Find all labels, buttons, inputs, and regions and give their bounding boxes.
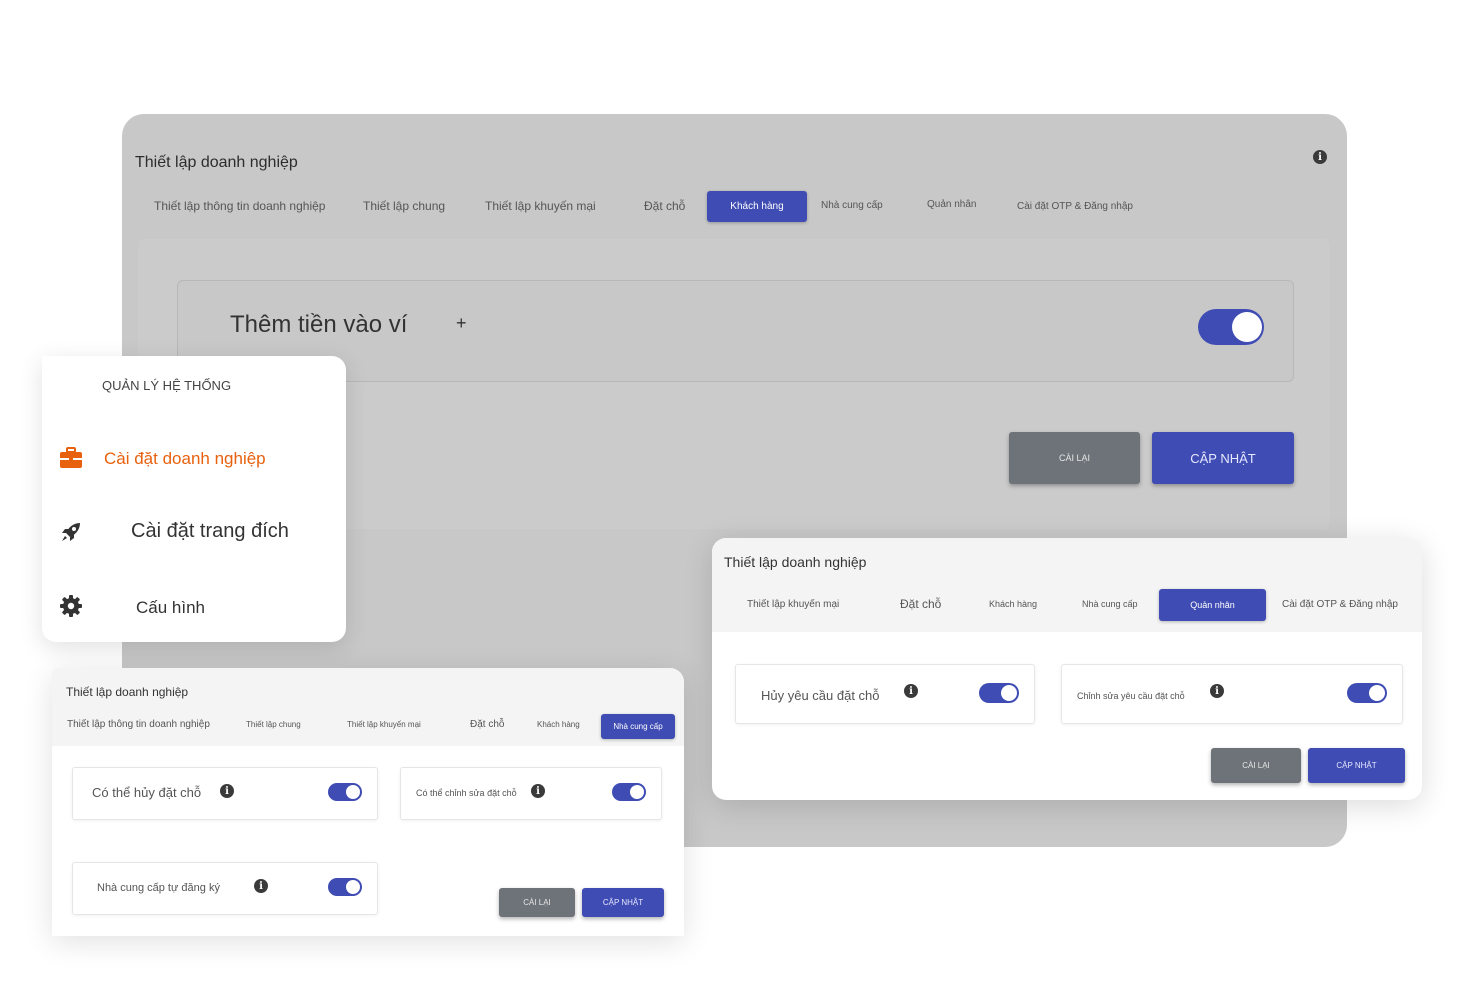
- wallet-toggle[interactable]: [1198, 309, 1264, 345]
- tab-otp-login[interactable]: Cài đặt OTP & Đăng nhập: [1017, 201, 1133, 212]
- tab-suppliers[interactable]: Nhà cung cấp: [821, 200, 883, 211]
- tab-booking[interactable]: Đặt chỗ: [644, 199, 685, 213]
- setting-label: Có thể hủy đặt chỗ: [92, 785, 202, 800]
- tab-suppliers[interactable]: Nhà cung cấp: [1082, 599, 1138, 609]
- tab-promotion[interactable]: Thiết lập khuyến mại: [747, 599, 839, 610]
- rocket-icon: [62, 523, 80, 541]
- update-button[interactable]: CẬP NHẬT: [1152, 432, 1294, 484]
- setting-label: Hủy yêu cầu đặt chỗ: [761, 688, 880, 703]
- setting-cancel-request: Hủy yêu cầu đặt chỗ i: [735, 664, 1035, 724]
- tab-booking[interactable]: Đặt chỗ: [900, 597, 941, 611]
- add-icon[interactable]: +: [456, 313, 467, 334]
- tab-general[interactable]: Thiết lập chung: [363, 199, 445, 213]
- gear-icon: [60, 595, 82, 617]
- reset-button[interactable]: CÀI LẠI: [499, 888, 575, 917]
- update-button[interactable]: CẬP NHẬT: [582, 888, 664, 917]
- signup-toggle[interactable]: [328, 878, 362, 896]
- briefcase-icon: [60, 447, 82, 468]
- info-icon[interactable]: i: [254, 879, 268, 893]
- update-button[interactable]: CẬP NHẬT: [1308, 748, 1405, 783]
- setting-can-cancel: Có thể hủy đặt chỗ i: [72, 767, 378, 820]
- setting-label: Có thể chỉnh sửa đặt chỗ: [416, 788, 517, 798]
- menu-item-label: Cài đặt doanh nghiệp: [104, 449, 266, 468]
- setting-label: Chỉnh sửa yêu cầu đặt chỗ: [1077, 691, 1185, 701]
- tab-customers[interactable]: Khách hàng: [707, 191, 807, 222]
- tab-bar: Thiết lập thông tin doanh nghiệp Thiết l…: [122, 114, 1347, 234]
- tab-booking[interactable]: Đặt chỗ: [470, 719, 504, 730]
- card-title: Thiết lập doanh nghiệp: [724, 554, 867, 570]
- info-icon[interactable]: i: [531, 784, 545, 798]
- menu-item-landing-page[interactable]: Cài đặt trang đích: [42, 514, 342, 554]
- card-title: Thiết lập doanh nghiệp: [66, 685, 189, 699]
- menu-item-configuration[interactable]: Cấu hình: [42, 588, 342, 628]
- menu-item-business-settings[interactable]: Cài đặt doanh nghiệp: [42, 441, 342, 481]
- edit-toggle[interactable]: [612, 783, 646, 801]
- tab-business-info[interactable]: Thiết lập thông tin doanh nghiệp: [154, 199, 325, 213]
- reset-button[interactable]: CÀI LẠI: [1211, 748, 1301, 783]
- info-icon[interactable]: i: [220, 784, 234, 798]
- menu-item-label: Cấu hình: [136, 598, 205, 617]
- tab-business-info[interactable]: Thiết lập thông tin doanh nghiệp: [67, 719, 210, 730]
- setting-edit-request: Chỉnh sửa yêu cầu đặt chỗ i: [1061, 664, 1403, 724]
- tab-customers[interactable]: Khách hàng: [537, 720, 580, 729]
- setting-can-edit: Có thể chỉnh sửa đặt chỗ i: [400, 767, 662, 820]
- tab-promotion[interactable]: Thiết lập khuyến mại: [347, 720, 421, 729]
- staff-settings-card: Thiết lập doanh nghiệp Thiết lập khuyến …: [712, 538, 1422, 800]
- tab-customers[interactable]: Khách hàng: [989, 599, 1037, 609]
- supplier-settings-card: Thiết lập doanh nghiệp Thiết lập thông t…: [52, 668, 684, 936]
- cancel-toggle[interactable]: [328, 783, 362, 801]
- menu-item-label: Cài đặt trang đích: [131, 520, 289, 542]
- tab-general[interactable]: Thiết lập chung: [246, 720, 301, 729]
- tab-staff[interactable]: Quản nhân: [1159, 589, 1266, 621]
- menu-section-title: QUẢN LÝ HỆ THỐNG: [102, 378, 232, 393]
- cancel-request-toggle[interactable]: [979, 683, 1019, 703]
- tab-suppliers[interactable]: Nhà cung cấp: [601, 714, 675, 739]
- tab-promotion[interactable]: Thiết lập khuyến mại: [485, 199, 596, 213]
- system-menu: QUẢN LÝ HỆ THỐNG Cài đặt doanh nghiệp Cà…: [42, 356, 346, 642]
- edit-request-toggle[interactable]: [1347, 683, 1387, 703]
- tab-otp-login[interactable]: Cài đặt OTP & Đăng nhập: [1282, 599, 1398, 610]
- info-icon[interactable]: i: [1210, 684, 1224, 698]
- setting-label: Nhà cung cấp tự đăng ký: [97, 882, 220, 894]
- reset-button[interactable]: CÀI LẠI: [1009, 432, 1140, 484]
- info-icon[interactable]: i: [904, 684, 918, 698]
- card-header: [712, 538, 1422, 632]
- setting-label-wallet: Thêm tiền vào ví: [230, 311, 408, 338]
- setting-supplier-signup: Nhà cung cấp tự đăng ký i: [72, 862, 378, 915]
- card-header: [52, 668, 684, 746]
- tab-staff[interactable]: Quản nhân: [927, 199, 977, 210]
